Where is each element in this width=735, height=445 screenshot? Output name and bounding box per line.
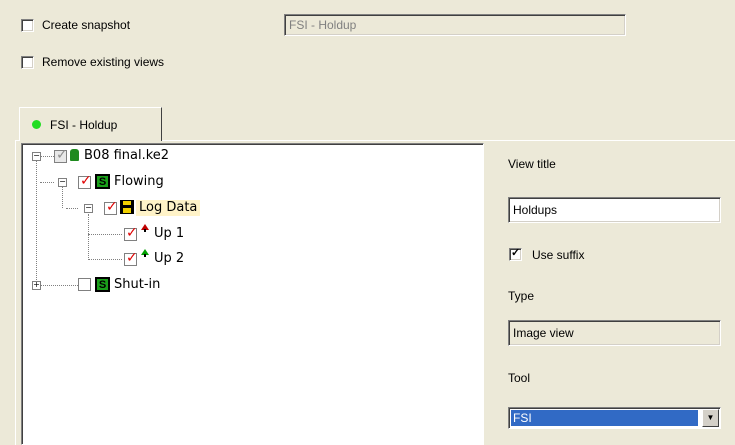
view-title-value: Holdups <box>513 203 558 217</box>
tree-checkbox[interactable] <box>78 278 91 291</box>
tree-node-label: Flowing <box>114 174 164 189</box>
type-field: Image view <box>508 320 721 346</box>
tree-checkbox[interactable]: ✓ <box>78 173 92 189</box>
well-icon <box>70 149 79 161</box>
tree-checkbox[interactable]: ✓ <box>124 225 138 241</box>
tool-label: Tool <box>508 371 531 385</box>
type-label: Type <box>508 289 535 303</box>
view-title-input[interactable]: Holdups <box>508 197 721 223</box>
remove-existing-views-checkbox[interactable] <box>21 56 34 69</box>
tree-node-label: Shut-in <box>114 277 161 292</box>
view-title-label: View title <box>508 157 556 171</box>
collapse-icon[interactable]: − <box>32 152 41 161</box>
remove-existing-views-label: Remove existing views <box>42 55 165 69</box>
dropdown-arrow-icon[interactable]: ▼ <box>702 409 719 427</box>
tool-dropdown[interactable]: FSI ▼ <box>508 407 721 429</box>
tree-node-label: Up 2 <box>154 251 185 266</box>
tree-node-label: Up 1 <box>154 226 185 241</box>
tree-checkbox[interactable]: ✓ <box>54 147 68 163</box>
create-snapshot-checkbox[interactable] <box>21 19 34 32</box>
snapshot-name-value: FSI - Holdup <box>289 18 357 32</box>
collapse-icon[interactable]: − <box>58 178 67 187</box>
snapshot-name-field: FSI - Holdup <box>284 14 626 36</box>
collapse-icon[interactable]: − <box>84 204 93 213</box>
use-suffix-checkbox[interactable]: ✓ <box>509 247 522 261</box>
tool-selected-value: FSI <box>511 410 698 426</box>
tab-label: FSI - Holdup <box>50 118 118 132</box>
expand-icon[interactable]: + <box>32 281 41 290</box>
use-suffix-label: Use suffix <box>532 248 585 262</box>
create-snapshot-label: Create snapshot <box>42 18 131 32</box>
tree-checkbox[interactable]: ✓ <box>104 199 118 215</box>
tree-node-label: Log Data <box>136 200 201 216</box>
tree-node-label: B08 final.ke2 <box>84 148 170 163</box>
type-value: Image view <box>513 326 574 340</box>
tab-fsi-holdup[interactable]: FSI - Holdup <box>19 107 162 141</box>
floppy-icon <box>120 200 134 214</box>
status-dot-icon <box>32 120 41 129</box>
survey-icon: S <box>95 277 110 292</box>
tree-checkbox[interactable]: ✓ <box>124 250 138 266</box>
data-tree[interactable]: − ✓ B08 final.ke2 − ✓ S Flowing − ✓ Log … <box>21 143 484 445</box>
survey-icon: S <box>95 174 110 189</box>
